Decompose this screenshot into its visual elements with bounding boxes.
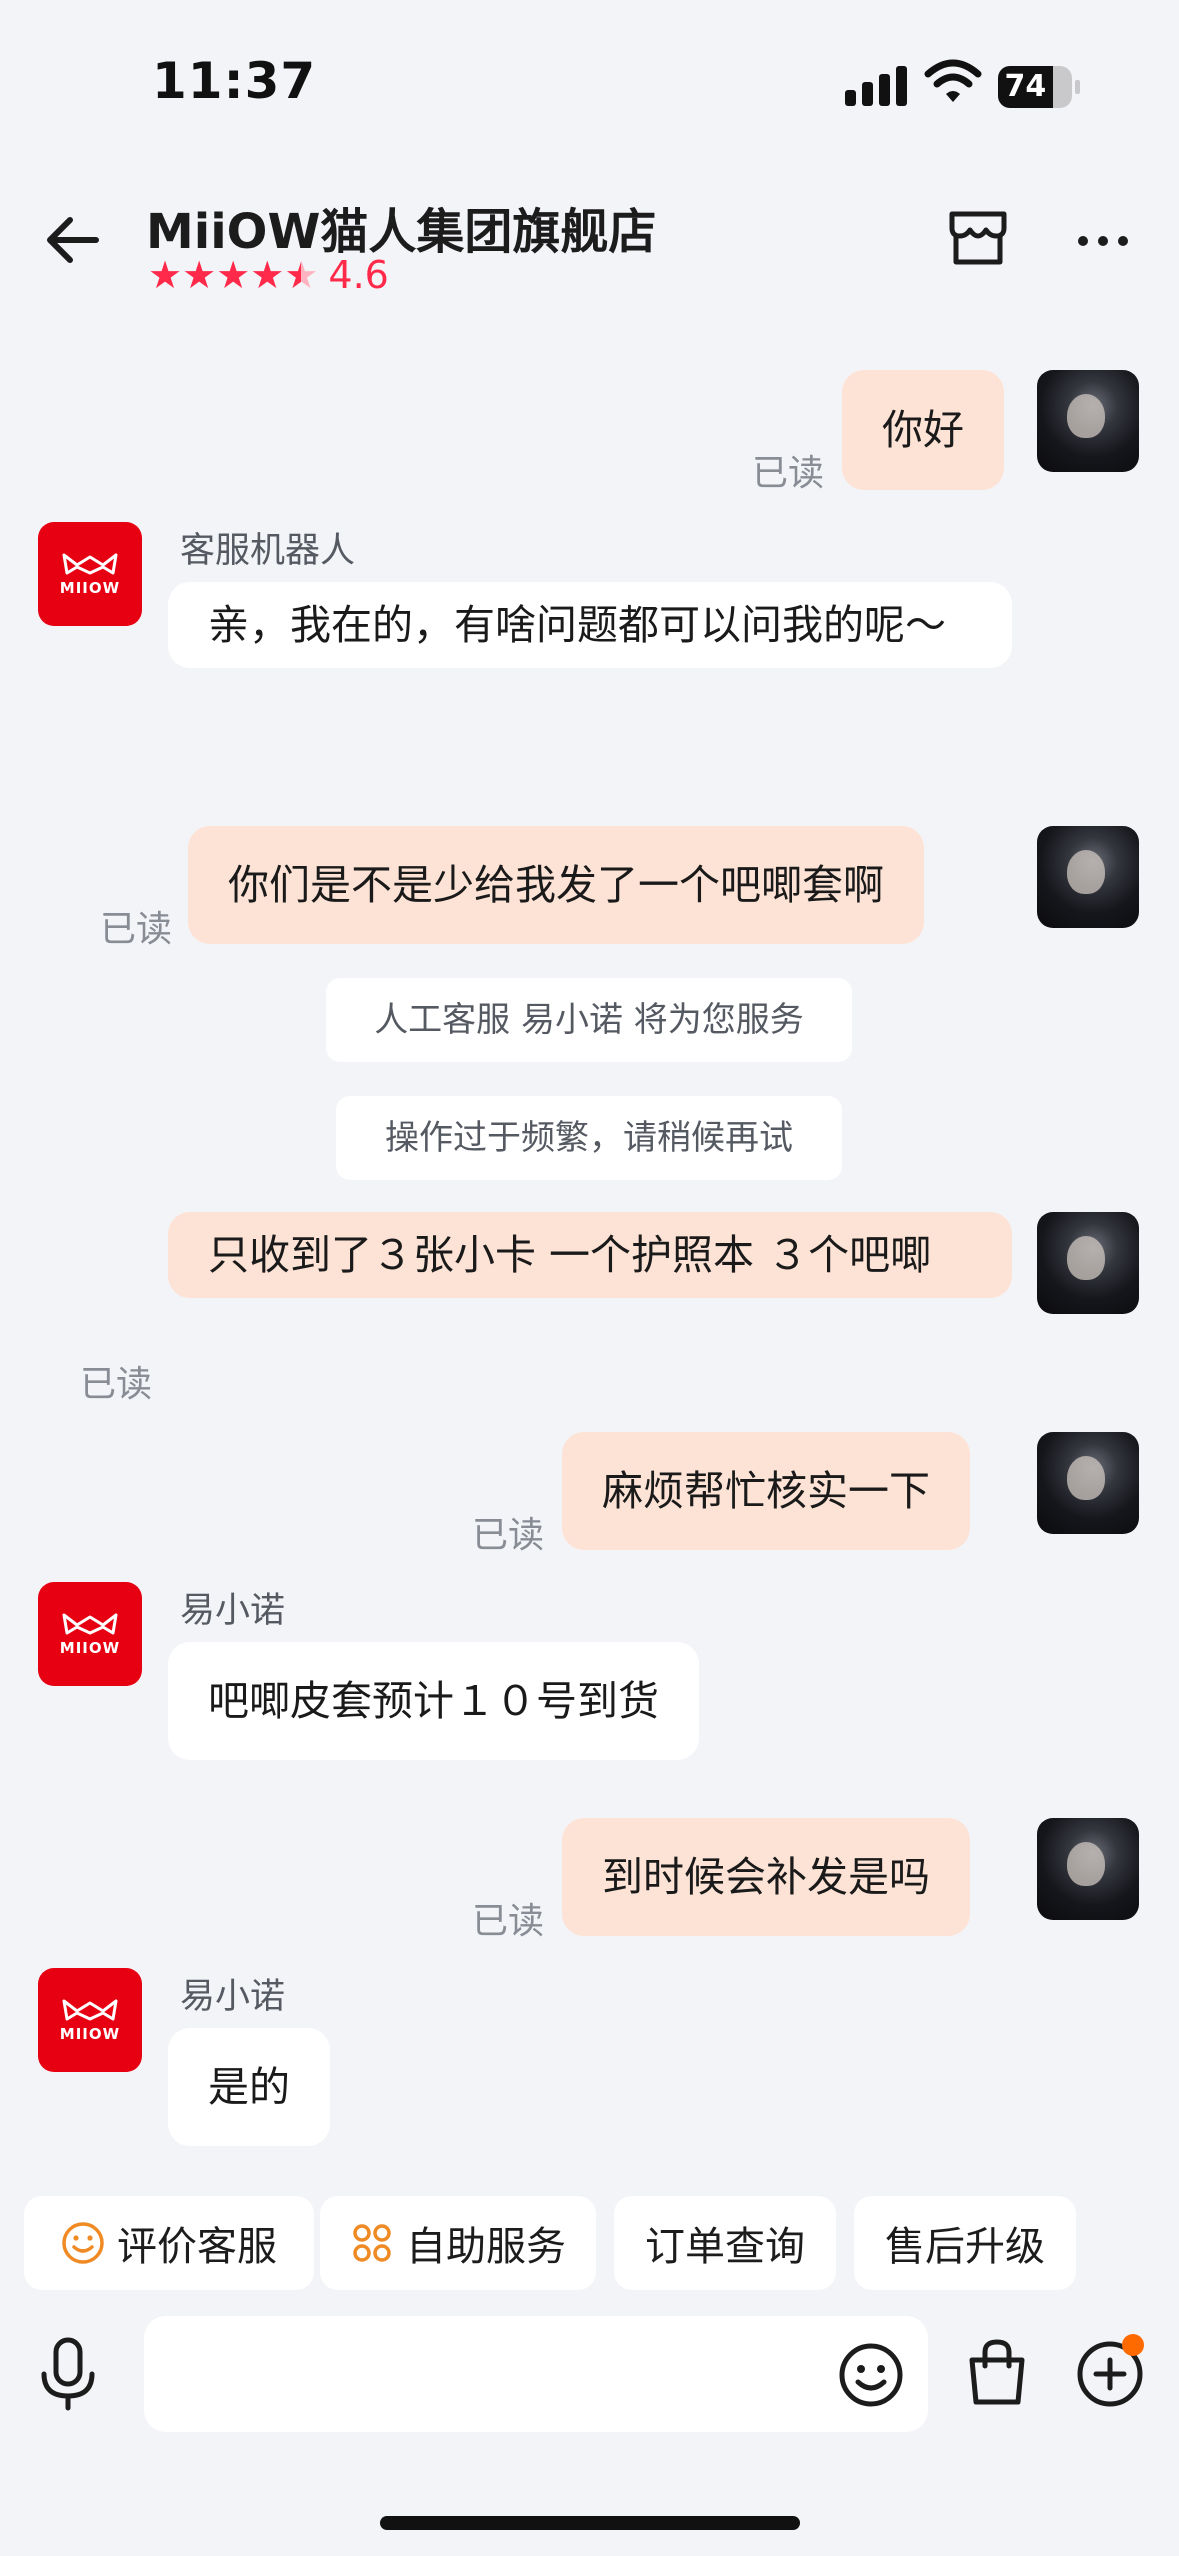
star-icon: ★ <box>148 253 183 297</box>
quick-action-label: 订单查询 <box>645 2224 805 2270</box>
brand-avatar[interactable]: MIIOW <box>38 522 142 626</box>
read-receipt: 已读 <box>472 1515 545 1556</box>
logo-text: MIIOW <box>59 579 121 597</box>
message-bubble-incoming: 吧唧皮套预计１０号到货 <box>168 1642 699 1760</box>
message-bubble-incoming: 是的 <box>168 2028 330 2146</box>
smile-icon <box>62 2222 104 2264</box>
user-avatar[interactable] <box>1037 370 1139 472</box>
system-notice: 人工客服 易小诺 将为您服务 <box>326 978 852 1062</box>
cellular-signal-icon <box>845 62 907 106</box>
user-avatar[interactable] <box>1037 1212 1139 1314</box>
emoji-icon[interactable] <box>838 2342 904 2408</box>
brand-avatar[interactable]: MIIOW <box>38 1968 142 2072</box>
message-bubble-incoming: 亲，我在的，有啥问题都可以问我的呢～ <box>168 582 1012 668</box>
quick-action-label: 自助服务 <box>406 2224 566 2270</box>
message-bubble-outgoing: 只收到了３张小卡 一个护照本 ３个吧唧 <box>168 1212 1012 1298</box>
read-receipt: 已读 <box>752 453 825 494</box>
grid-icon <box>353 2224 391 2262</box>
sender-name: 易小诺 <box>180 1591 286 1631</box>
quick-action-rate-service[interactable]: 评价客服 <box>24 2196 314 2290</box>
more-options-icon[interactable] <box>1078 236 1128 246</box>
wifi-icon <box>924 59 982 102</box>
battery-icon: 74 <box>998 66 1072 108</box>
star-icon: ★ <box>182 253 217 297</box>
rating-value: 4.6 <box>328 253 389 297</box>
half-star-icon: ★ <box>284 253 319 297</box>
system-notice: 操作过于频繁，请稍候再试 <box>336 1096 842 1180</box>
cat-logo-icon <box>62 1999 118 2021</box>
store-icon[interactable] <box>946 206 1010 270</box>
message-bubble-outgoing: 到时候会补发是吗 <box>562 1818 970 1936</box>
quick-action-label: 售后升级 <box>885 2224 1045 2270</box>
battery-level: 74 <box>1004 69 1047 104</box>
notification-dot <box>1122 2334 1144 2356</box>
logo-text: MIIOW <box>59 2025 121 2043</box>
sender-name: 客服机器人 <box>180 531 356 571</box>
message-input[interactable] <box>144 2316 928 2432</box>
read-receipt: 已读 <box>472 1901 545 1942</box>
user-avatar[interactable] <box>1037 1432 1139 1534</box>
user-avatar[interactable] <box>1037 826 1139 928</box>
quick-action-label: 评价客服 <box>117 2224 277 2270</box>
cat-logo-icon <box>62 553 118 575</box>
user-avatar[interactable] <box>1037 1818 1139 1920</box>
shopping-bag-icon[interactable] <box>962 2336 1032 2410</box>
back-arrow-icon[interactable] <box>42 210 102 270</box>
shop-title[interactable]: MiiOW猫人集团旗舰店 <box>146 192 656 262</box>
star-icon: ★ <box>216 253 251 297</box>
brand-avatar[interactable]: MIIOW <box>38 1582 142 1686</box>
read-receipt: 已读 <box>100 909 173 950</box>
quick-action-order-query[interactable]: 订单查询 <box>614 2196 836 2290</box>
microphone-icon[interactable] <box>36 2334 100 2414</box>
battery-cap <box>1075 80 1080 94</box>
logo-text: MIIOW <box>59 1639 121 1657</box>
message-bubble-outgoing: 麻烦帮忙核实一下 <box>562 1432 970 1550</box>
quick-action-after-sales[interactable]: 售后升级 <box>854 2196 1076 2290</box>
cat-logo-icon <box>62 1613 118 1635</box>
rating-stars: ★ ★ ★ ★ ★ 4.6 <box>148 256 389 294</box>
status-time: 11:37 <box>152 52 317 110</box>
message-bubble-outgoing: 你们是不是少给我发了一个吧唧套啊 <box>188 826 924 944</box>
home-indicator[interactable] <box>380 2516 800 2530</box>
read-receipt: 已读 <box>80 1364 153 1405</box>
quick-action-self-service[interactable]: 自助服务 <box>320 2196 596 2290</box>
star-icon: ★ <box>250 253 285 297</box>
message-bubble-outgoing: 你好 <box>842 370 1004 490</box>
sender-name: 易小诺 <box>180 1977 286 2017</box>
